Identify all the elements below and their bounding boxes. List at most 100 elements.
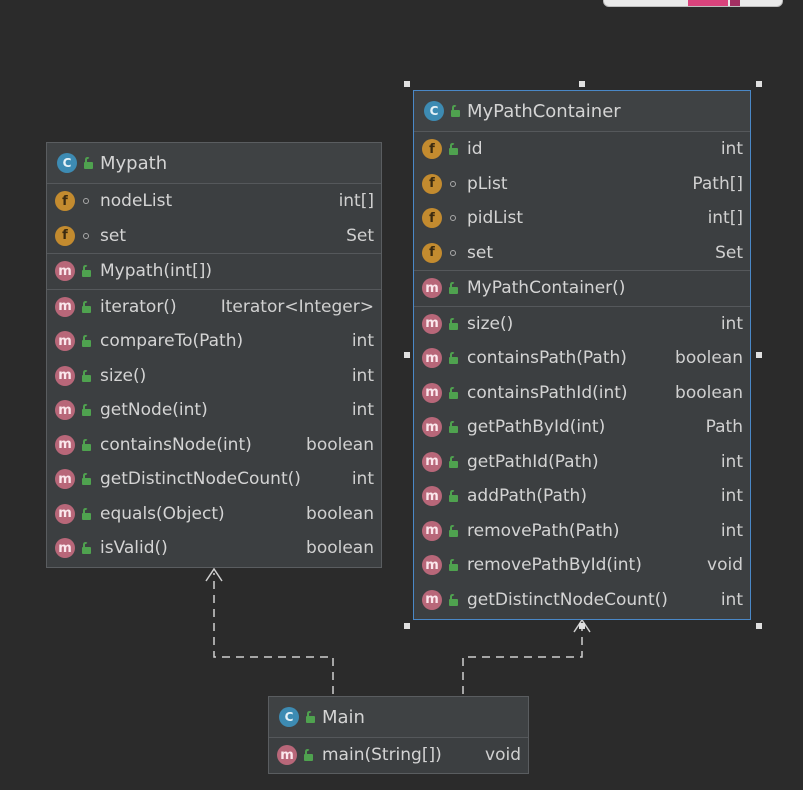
methods-section: m size() int m containsPath(Path) boolean m c… xyxy=(414,307,750,618)
public-lock-icon xyxy=(447,490,459,503)
class-icon: C xyxy=(424,101,444,121)
method-icon: m xyxy=(422,520,442,541)
field-row[interactable]: f set Set xyxy=(414,236,750,271)
resize-handle-w[interactable] xyxy=(404,352,410,358)
method-row[interactable]: m removePath(Path) int xyxy=(414,514,750,549)
method-name: compareTo(Path) xyxy=(100,331,244,352)
public-lock-icon xyxy=(82,157,94,169)
method-icon: m xyxy=(422,555,442,576)
method-icon: m xyxy=(55,261,75,282)
method-row[interactable]: m equals(Object) boolean xyxy=(47,497,381,532)
constructor-name: MyPathContainer() xyxy=(467,278,626,299)
field-name: set xyxy=(467,242,493,263)
method-row[interactable]: m getPathById(int) Path xyxy=(414,410,750,445)
class-main[interactable]: C Main m main(String[]) void xyxy=(268,696,529,774)
method-icon: m xyxy=(55,400,75,421)
public-lock-icon xyxy=(447,593,459,606)
resize-handle-s[interactable] xyxy=(579,623,585,629)
public-lock-icon xyxy=(304,711,316,723)
field-icon: f xyxy=(55,225,75,246)
method-name: size() xyxy=(100,365,147,386)
resize-handle-e[interactable] xyxy=(756,352,762,358)
method-row[interactable]: m size() int xyxy=(414,307,750,342)
public-lock-icon xyxy=(80,473,92,486)
class-header[interactable]: C Mypath xyxy=(47,143,381,184)
field-row[interactable]: f id int xyxy=(414,132,750,167)
method-name: containsPath(Path) xyxy=(467,348,627,369)
field-type: int[] xyxy=(338,191,374,212)
public-lock-icon xyxy=(80,369,92,382)
class-name: MyPathContainer xyxy=(467,100,621,122)
method-row[interactable]: m compareTo(Path) int xyxy=(47,324,381,359)
package-visibility-icon xyxy=(447,247,459,259)
method-return-type: boolean xyxy=(306,538,374,559)
method-row[interactable]: m size() int xyxy=(47,359,381,394)
resize-handle-nw[interactable] xyxy=(404,81,410,87)
method-row[interactable]: m addPath(Path) int xyxy=(414,479,750,514)
method-icon: m xyxy=(55,503,75,524)
method-row[interactable]: m main(String[]) void xyxy=(269,738,528,773)
field-row[interactable]: f pidList int[] xyxy=(414,201,750,236)
method-row[interactable]: m containsPathId(int) boolean xyxy=(414,376,750,411)
method-icon: m xyxy=(55,331,75,352)
method-icon: m xyxy=(422,451,442,472)
method-row[interactable]: m containsNode(int) boolean xyxy=(47,428,381,463)
public-lock-icon xyxy=(80,404,92,417)
field-name: pList xyxy=(467,173,508,194)
public-lock-icon xyxy=(80,507,92,520)
method-row[interactable]: m getDistinctNodeCount() int xyxy=(414,583,750,618)
method-return-type: int xyxy=(351,469,374,490)
class-mypathcontainer[interactable]: C MyPathContainer f id int f pList Path[] f p… xyxy=(413,90,751,620)
class-header[interactable]: C MyPathContainer xyxy=(414,91,750,132)
field-type: Set xyxy=(715,242,743,263)
public-lock-icon xyxy=(302,749,314,762)
public-lock-icon xyxy=(80,438,92,451)
field-name: nodeList xyxy=(100,191,173,212)
resize-handle-ne[interactable] xyxy=(756,81,762,87)
fields-section: f id int f pList Path[] f pidList int[] f set Se… xyxy=(414,132,750,271)
package-visibility-icon xyxy=(80,195,92,207)
resize-handle-n[interactable] xyxy=(579,81,585,87)
method-icon: m xyxy=(422,382,442,403)
method-row[interactable]: m getDistinctNodeCount() int xyxy=(47,462,381,497)
method-name: getDistinctNodeCount() xyxy=(100,469,301,490)
method-return-type: int xyxy=(351,400,374,421)
field-row[interactable]: f pList Path[] xyxy=(414,167,750,202)
public-lock-icon xyxy=(80,335,92,348)
package-visibility-icon xyxy=(447,178,459,190)
method-row[interactable]: m containsPath(Path) boolean xyxy=(414,341,750,376)
resize-handle-sw[interactable] xyxy=(404,623,410,629)
field-icon: f xyxy=(422,208,442,229)
method-name: getPathById(int) xyxy=(467,417,606,438)
field-row[interactable]: f nodeList int[] xyxy=(47,184,381,219)
methods-section: m iterator() Iterator<Integer> m compareTo(… xyxy=(47,290,381,566)
constructor-row[interactable]: m Mypath(int[]) xyxy=(47,254,381,289)
class-header[interactable]: C Main xyxy=(269,697,528,738)
field-name: set xyxy=(100,225,126,246)
public-lock-icon xyxy=(449,105,461,117)
method-return-type: void xyxy=(707,555,743,576)
method-name: getPathId(Path) xyxy=(467,451,599,472)
method-row[interactable]: m getNode(int) int xyxy=(47,393,381,428)
method-return-type: boolean xyxy=(675,382,743,403)
method-icon: m xyxy=(55,434,75,455)
method-name: iterator() xyxy=(100,296,177,317)
method-return-type: boolean xyxy=(675,348,743,369)
constructor-name: Mypath(int[]) xyxy=(100,261,213,282)
method-row[interactable]: m getPathId(Path) int xyxy=(414,445,750,480)
method-return-type: boolean xyxy=(306,434,374,455)
field-type: Set xyxy=(346,225,374,246)
public-lock-icon xyxy=(447,559,459,572)
method-return-type: int xyxy=(720,520,743,541)
class-mypath[interactable]: C Mypath f nodeList int[] f set Set m Mypath(… xyxy=(46,142,382,568)
constructor-row[interactable]: m MyPathContainer() xyxy=(414,271,750,306)
method-row[interactable]: m iterator() Iterator<Integer> xyxy=(47,290,381,325)
public-lock-icon xyxy=(447,282,459,295)
field-icon: f xyxy=(422,139,442,160)
public-lock-icon xyxy=(80,542,92,555)
resize-handle-se[interactable] xyxy=(756,623,762,629)
method-return-type: int xyxy=(720,486,743,507)
method-row[interactable]: m isValid() boolean xyxy=(47,531,381,566)
field-row[interactable]: f set Set xyxy=(47,219,381,254)
method-row[interactable]: m removePathById(int) void xyxy=(414,548,750,583)
